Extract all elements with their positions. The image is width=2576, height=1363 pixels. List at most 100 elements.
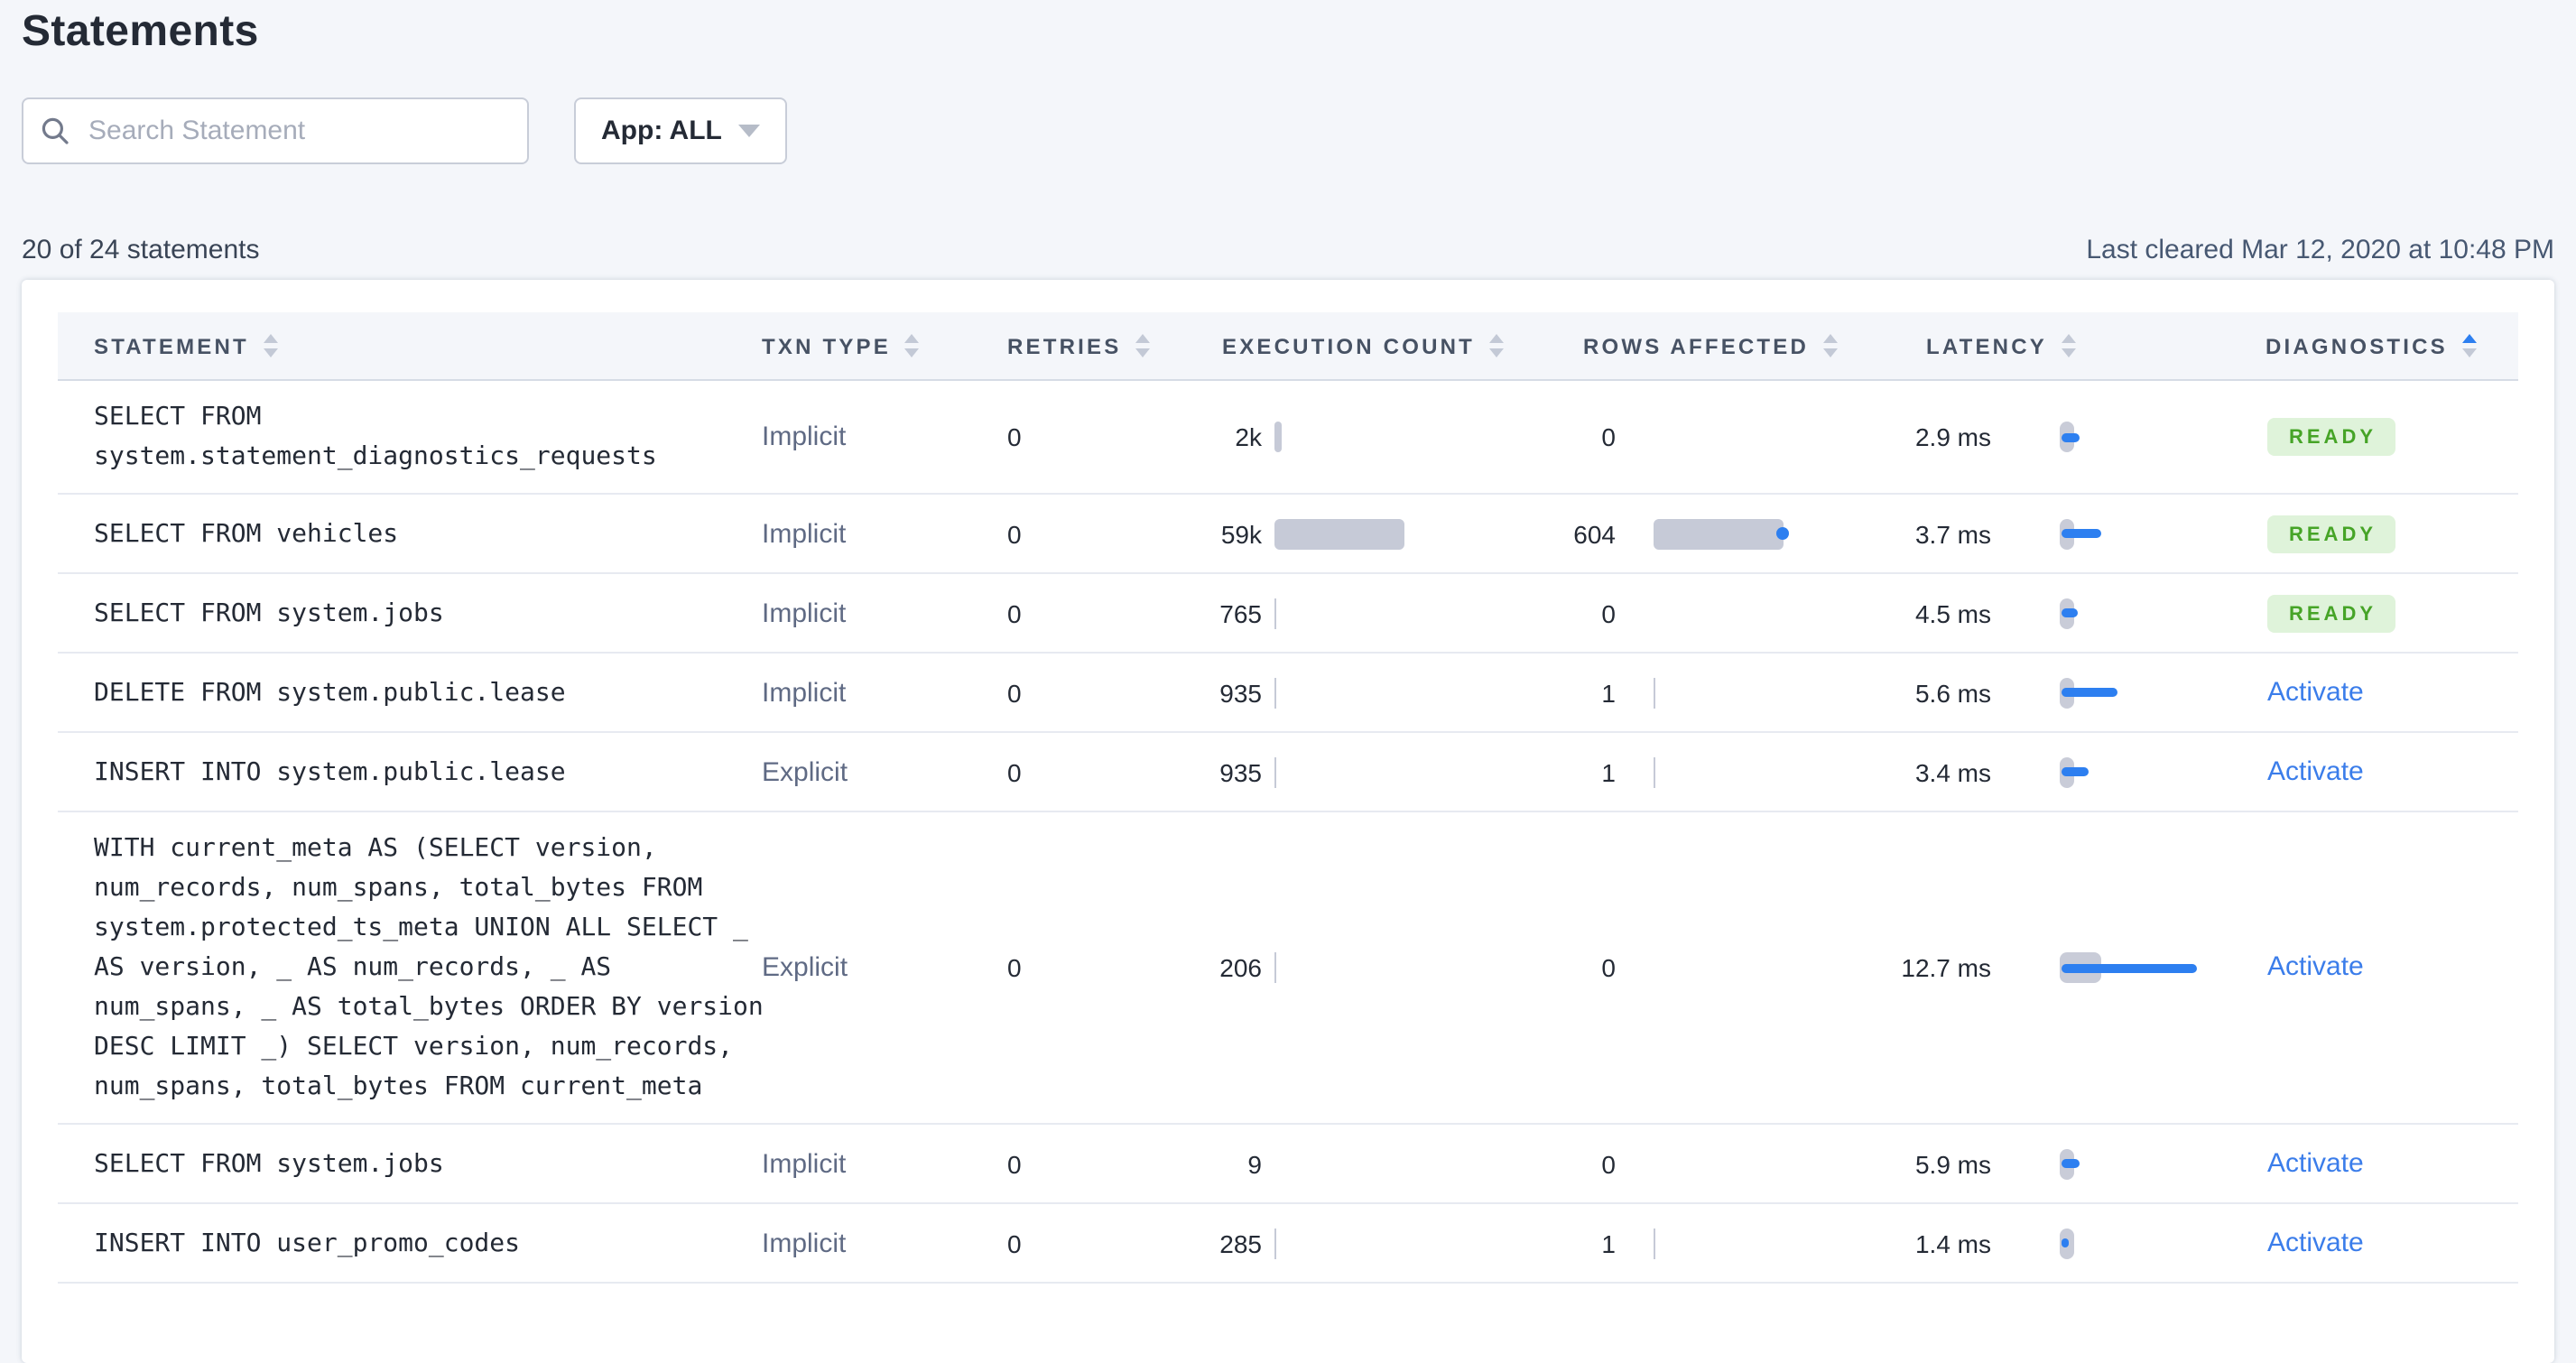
diagnostics-ready-badge: READY: [2267, 594, 2395, 632]
execution-count-value: 2k: [1235, 422, 1262, 451]
execution-count-bar: [1274, 677, 1276, 708]
statement-text[interactable]: SELECT FROM system.jobs: [94, 1144, 765, 1183]
activate-diagnostics-link[interactable]: Activate: [2267, 951, 2364, 982]
retries-value: 0: [1007, 598, 1022, 627]
execution-count-bar: [1274, 422, 1282, 452]
rows-affected-value: 604: [1573, 519, 1616, 548]
execution-count-value: 935: [1219, 678, 1262, 707]
activate-diagnostics-link[interactable]: Activate: [2267, 1147, 2364, 1178]
column-header-txn-type[interactable]: TXN TYPE: [762, 333, 920, 358]
table-row: SELECT FROM vehicles Implicit 0 59k 604 …: [58, 495, 2518, 574]
retries-value: 0: [1007, 678, 1022, 707]
column-header-label: EXECUTION COUNT: [1222, 333, 1476, 358]
latency-value: 12.7 ms: [1901, 953, 1991, 982]
table-row: INSERT INTO user_promo_codes Implicit 0 …: [58, 1204, 2518, 1284]
column-header-statement[interactable]: STATEMENT: [94, 333, 278, 358]
column-header-label: ROWS AFFECTED: [1583, 333, 1810, 358]
sort-arrows-icon: [1135, 334, 1151, 357]
rows-affected-value: 1: [1601, 1229, 1616, 1257]
latency-value: 2.9 ms: [1914, 422, 1991, 451]
latency-bar: [2062, 432, 2080, 441]
diagnostics-cell: Activate: [2267, 1147, 2364, 1180]
txn-type-value: Implicit: [762, 1228, 847, 1258]
column-header-label: TXN TYPE: [762, 333, 891, 358]
rows-affected-value: 1: [1601, 678, 1616, 707]
page-title: Statements: [22, 7, 259, 56]
rows-affected-value: 0: [1601, 598, 1616, 627]
table-row: WITH current_meta AS (SELECT version, nu…: [58, 812, 2518, 1125]
latency-value: 3.7 ms: [1914, 519, 1991, 548]
retries-value: 0: [1007, 422, 1022, 451]
latency-bar: [2062, 529, 2101, 538]
execution-count-value: 765: [1219, 598, 1262, 627]
rows-affected-value: 0: [1601, 422, 1616, 451]
table-row: INSERT INTO system.public.lease Explicit…: [58, 733, 2518, 812]
execution-count-value: 9: [1247, 1149, 1262, 1178]
txn-type-value: Implicit: [762, 598, 847, 628]
column-header-label: DIAGNOSTICS: [2266, 333, 2448, 358]
table-row: SELECT FROM system.jobs Implicit 0 9 0 5…: [58, 1125, 2518, 1204]
diagnostics-ready-badge: READY: [2267, 418, 2395, 456]
search-icon: [42, 117, 69, 144]
statement-text[interactable]: SELECT FROM system.jobs: [94, 593, 765, 633]
column-header-latency[interactable]: LATENCY: [1926, 333, 2076, 358]
latency-bar: [2062, 1238, 2069, 1247]
execution-count-bar: [1274, 598, 1276, 628]
statement-text[interactable]: INSERT INTO system.public.lease: [94, 752, 765, 792]
rows-affected-value: 0: [1601, 1149, 1616, 1178]
activate-diagnostics-link[interactable]: Activate: [2267, 676, 2364, 707]
retries-value: 0: [1007, 757, 1022, 786]
latency-bar: [2062, 767, 2089, 776]
execution-count-bar: [1274, 518, 1404, 549]
execution-count-value: 206: [1219, 953, 1262, 982]
table-row: SELECT FROM system.jobs Implicit 0 765 0…: [58, 574, 2518, 654]
table-row: DELETE FROM system.public.lease Implicit…: [58, 654, 2518, 733]
column-header-rows-affected[interactable]: ROWS AFFECTED: [1583, 333, 1839, 358]
statement-text[interactable]: INSERT INTO user_promo_codes: [94, 1223, 765, 1263]
diagnostics-cell: Activate: [2267, 756, 2364, 788]
sort-arrows-icon: [2061, 334, 2076, 357]
latency-value: 4.5 ms: [1914, 598, 1991, 627]
sort-arrows-icon: [2461, 334, 2477, 357]
column-header-retries[interactable]: RETRIES: [1007, 333, 1151, 358]
search-box[interactable]: [22, 97, 529, 164]
statement-text[interactable]: WITH current_meta AS (SELECT version, nu…: [94, 829, 765, 1107]
txn-type-value: Implicit: [762, 518, 847, 549]
execution-count-value: 59k: [1220, 519, 1262, 548]
column-header-diagnostics[interactable]: DIAGNOSTICS: [2266, 333, 2477, 358]
latency-bar: [2062, 688, 2117, 697]
execution-count-value: 935: [1219, 757, 1262, 786]
app-filter-label: App: ALL: [601, 116, 722, 146]
search-input[interactable]: [85, 114, 509, 148]
table-row: SELECT FROM system.statement_diagnostics…: [58, 381, 2518, 495]
diagnostics-cell: Activate: [2267, 676, 2364, 709]
diagnostics-cell: READY: [2267, 418, 2395, 456]
column-header-execution-count[interactable]: EXECUTION COUNT: [1222, 333, 1505, 358]
diagnostics-ready-badge: READY: [2267, 515, 2395, 552]
column-header-label: STATEMENT: [94, 333, 249, 358]
statement-text[interactable]: DELETE FROM system.public.lease: [94, 672, 765, 712]
statement-text[interactable]: SELECT FROM vehicles: [94, 514, 765, 553]
activate-diagnostics-link[interactable]: Activate: [2267, 1227, 2364, 1257]
retries-value: 0: [1007, 1229, 1022, 1257]
sort-arrows-icon: [1489, 334, 1505, 357]
app-filter-button[interactable]: App: ALL: [574, 97, 787, 164]
statement-count-summary: 20 of 24 statements: [22, 235, 260, 265]
execution-count-bar: [1274, 1228, 1276, 1258]
txn-type-value: Implicit: [762, 677, 847, 708]
rows-affected-bar: [1654, 518, 1789, 549]
chevron-down-icon: [737, 125, 760, 137]
sort-arrows-icon: [263, 334, 278, 357]
latency-value: 1.4 ms: [1914, 1229, 1991, 1257]
table-header-row: STATEMENT TXN TYPE RETRIES EXECUTION COUNT R…: [58, 312, 2518, 381]
activate-diagnostics-link[interactable]: Activate: [2267, 756, 2364, 786]
latency-value: 5.6 ms: [1914, 678, 1991, 707]
table-body: SELECT FROM system.statement_diagnostics…: [22, 381, 2554, 1284]
diagnostics-cell: Activate: [2267, 951, 2364, 984]
execution-count-bar: [1274, 952, 1276, 983]
statement-text[interactable]: SELECT FROM system.statement_diagnostics…: [94, 397, 765, 477]
diagnostics-cell: READY: [2267, 515, 2395, 552]
rows-affected-bar: [1654, 677, 1655, 708]
latency-bar: [2062, 608, 2078, 617]
sort-arrows-icon: [1823, 334, 1839, 357]
